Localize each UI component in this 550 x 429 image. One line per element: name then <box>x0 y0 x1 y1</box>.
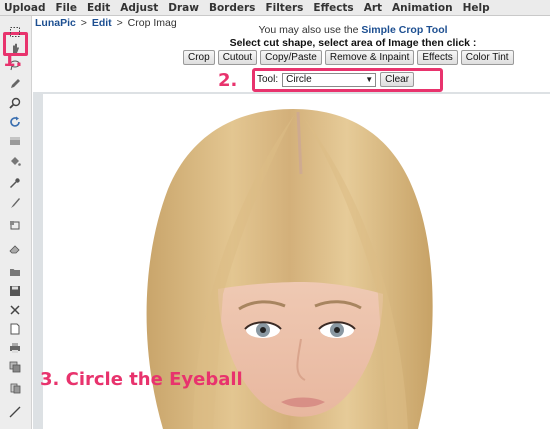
tool-select-row: Tool: Circle ▼ Clear <box>257 72 415 87</box>
breadcrumb: LunaPic > Edit > Crop Imag <box>35 17 177 29</box>
menu-adjust[interactable]: Adjust <box>115 0 163 16</box>
brush-icon[interactable] <box>8 196 22 210</box>
menu-art[interactable]: Art <box>359 0 387 16</box>
left-toolbar <box>0 16 32 429</box>
layers-icon[interactable] <box>8 134 22 148</box>
crop-instruction: Select cut shape, select area of Image t… <box>229 37 477 49</box>
simple-crop-hint: You may also use the Simple Crop Tool <box>203 24 503 36</box>
breadcrumb-current: Crop Imag <box>127 17 177 29</box>
duplicate-icon[interactable] <box>8 360 22 374</box>
step-1-annotation: 1. <box>3 50 23 71</box>
close-icon[interactable] <box>8 303 22 317</box>
eyedropper-icon[interactable] <box>8 176 22 190</box>
remove-inpaint-button[interactable]: Remove & Inpaint <box>324 50 415 65</box>
breadcrumb-separator: > <box>116 17 123 29</box>
breadcrumb-edit[interactable]: Edit <box>92 17 112 29</box>
color-tint-button[interactable]: Color Tint <box>460 50 514 65</box>
menu-filters[interactable]: Filters <box>260 0 308 16</box>
dropdown-arrow-icon: ▼ <box>365 74 374 84</box>
breadcrumb-separator: > <box>80 17 87 29</box>
effects-button[interactable]: Effects <box>417 50 458 65</box>
cutout-button[interactable]: Cutout <box>217 50 258 65</box>
tool-shape-select[interactable]: Circle ▼ <box>282 72 377 87</box>
step-3-annotation: 3. Circle the Eyeball <box>40 369 243 390</box>
menu-help[interactable]: Help <box>458 0 495 16</box>
menu-effects[interactable]: Effects <box>308 0 358 16</box>
breadcrumb-home[interactable]: LunaPic <box>35 17 76 29</box>
new-page-icon[interactable] <box>8 322 22 336</box>
rotate-icon[interactable] <box>8 115 22 129</box>
menu-draw[interactable]: Draw <box>163 0 204 16</box>
menu-animation[interactable]: Animation <box>387 0 458 16</box>
crop-header: LunaPic > Edit > Crop Imag You may also … <box>33 16 550 92</box>
clear-button[interactable]: Clear <box>380 72 415 87</box>
line-icon[interactable] <box>8 405 22 419</box>
eraser-icon[interactable] <box>8 242 22 256</box>
menu-file[interactable]: File <box>50 0 82 16</box>
menu-edit[interactable]: Edit <box>82 0 115 16</box>
print-icon[interactable] <box>8 341 22 355</box>
simple-crop-link[interactable]: Simple Crop Tool <box>361 24 447 36</box>
pen-icon[interactable] <box>8 77 22 91</box>
copy-icon[interactable] <box>8 381 22 395</box>
crop-button[interactable]: Crop <box>183 50 215 65</box>
step-2-annotation: 2. <box>218 70 238 91</box>
tool-shape-value: Circle <box>286 73 312 85</box>
open-icon[interactable] <box>8 265 22 279</box>
crop-action-buttons: Crop Cutout Copy/Paste Remove & Inpaint … <box>183 50 514 65</box>
select-marquee-icon[interactable] <box>8 25 22 39</box>
copy-paste-button[interactable]: Copy/Paste <box>260 50 322 65</box>
save-icon[interactable] <box>8 284 22 298</box>
crop-icon[interactable] <box>8 218 22 232</box>
simple-crop-prefix: You may also use the <box>258 24 359 36</box>
menu-upload[interactable]: Upload <box>0 0 50 16</box>
menu-bar: Upload File Edit Adjust Draw Borders Fil… <box>0 0 550 16</box>
tool-label: Tool: <box>257 74 279 85</box>
zoom-icon[interactable] <box>8 96 22 110</box>
paint-bucket-icon[interactable] <box>8 154 22 168</box>
menu-borders[interactable]: Borders <box>204 0 260 16</box>
